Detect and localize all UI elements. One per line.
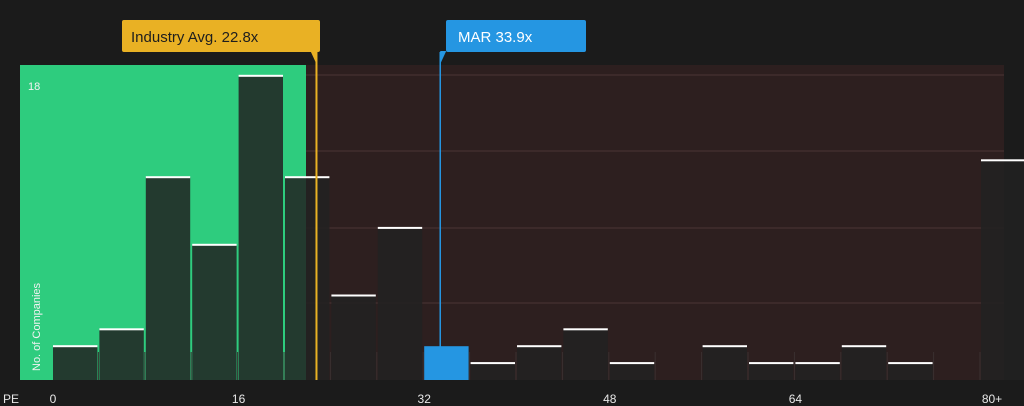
histogram-bar — [702, 346, 747, 380]
histogram-bar — [53, 346, 98, 380]
bar-top-line — [795, 362, 840, 365]
bar-top-line — [702, 345, 747, 348]
x-tick-label: 48 — [603, 392, 617, 406]
histogram-bar — [563, 329, 608, 380]
histogram-bar — [145, 177, 191, 380]
histogram-bar — [424, 346, 469, 380]
histogram-bar — [841, 346, 887, 380]
bar-top-line — [53, 345, 98, 348]
histogram-bar — [981, 160, 1024, 380]
bar-top-line — [563, 328, 608, 331]
bar-top-line — [145, 176, 191, 179]
bar-top-line — [377, 226, 423, 229]
x-tick-label: 16 — [232, 392, 246, 406]
bar-top-line — [99, 328, 144, 331]
histogram-bar — [517, 346, 562, 380]
x-tick-label: 64 — [789, 392, 803, 406]
bar-top-line — [981, 159, 1024, 162]
x-tick-label: 80+ — [982, 392, 1002, 406]
industry-average-label: Industry Avg. 22.8x — [131, 29, 259, 46]
y-axis-label: No. of Companies — [31, 282, 43, 371]
bar-top-line — [841, 345, 887, 348]
x-axis-label: PE — [3, 392, 19, 406]
company-pe-label: MAR 33.9x — [458, 29, 533, 46]
histogram-bar — [238, 75, 283, 381]
bar-top-line — [888, 362, 933, 365]
pe-distribution-chart: Industry Avg. 22.8x MAR 33.9x PE 0 16 32 48 64… — [0, 0, 1024, 406]
histogram-bar — [377, 227, 423, 380]
histogram-bar — [609, 363, 655, 380]
histogram-bar — [99, 329, 144, 380]
bar-top-line — [470, 362, 515, 365]
bar-top-line — [609, 362, 655, 365]
histogram-bar — [192, 244, 237, 380]
y-tick-label: 18 — [28, 81, 40, 93]
histogram-bar — [888, 363, 933, 380]
histogram-bar — [285, 177, 330, 380]
histogram-bar — [331, 295, 376, 380]
bar-top-line — [749, 362, 794, 365]
x-tick-label: 32 — [418, 392, 432, 406]
bar-top-line — [517, 345, 562, 348]
histogram-bar — [795, 363, 840, 380]
histogram-bar — [749, 363, 794, 380]
bar-top-line — [238, 74, 283, 77]
x-tick-label: 0 — [50, 392, 57, 406]
histogram-bar — [470, 363, 515, 380]
bar-top-line — [331, 294, 376, 297]
bar-top-line — [192, 243, 237, 246]
bar-top-line — [285, 176, 330, 179]
